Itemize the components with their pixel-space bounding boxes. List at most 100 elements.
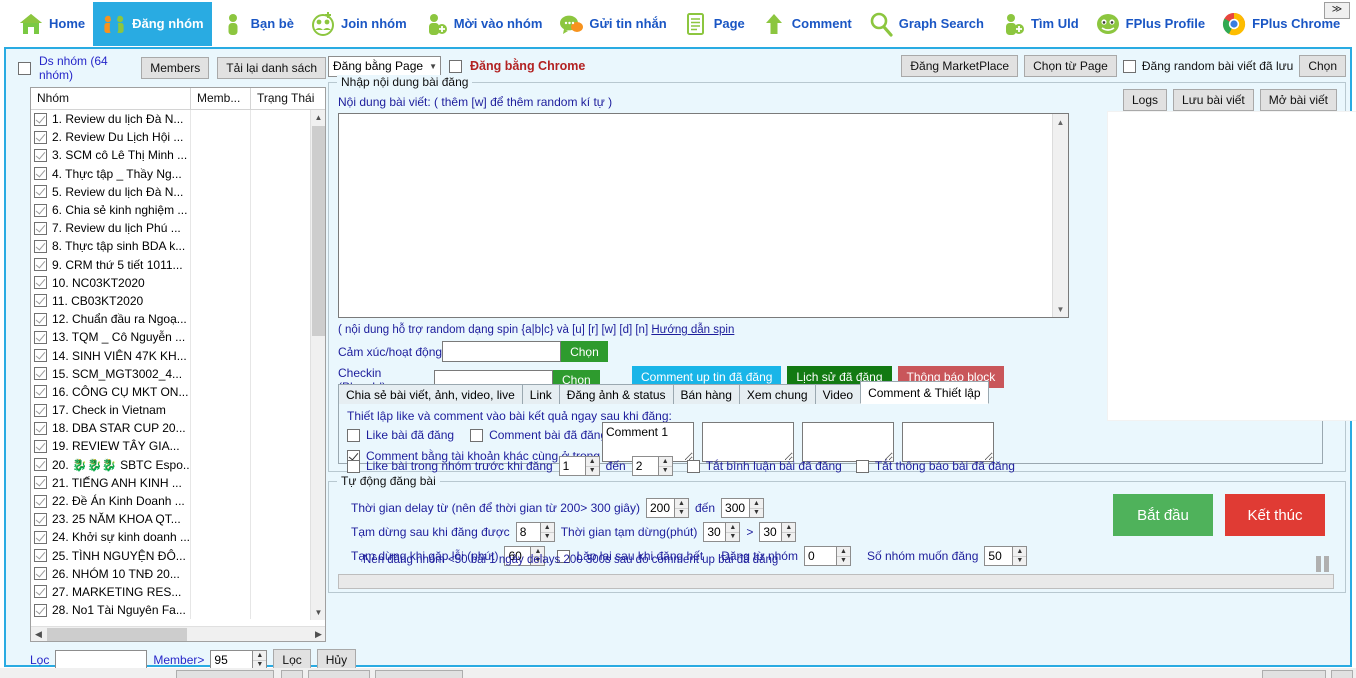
pause-time-from-stepper-buttons[interactable]: ▲ ▼ <box>725 522 741 542</box>
stepper-up-icon[interactable]: ▲ <box>585 457 599 467</box>
table-row[interactable]: 24. Khởi sự kinh doanh ... <box>31 528 325 547</box>
stepper-up-icon[interactable]: ▲ <box>253 651 267 661</box>
table-row[interactable]: 14. SINH VIÊN 47K KH... <box>31 346 325 365</box>
feeling-choose-button[interactable]: Chọn <box>561 341 608 362</box>
stepper-down-icon[interactable]: ▼ <box>837 557 850 566</box>
scroll-down-icon[interactable]: ▼ <box>311 605 325 620</box>
choose-page-button[interactable]: Chọn từ Page <box>1024 55 1117 77</box>
row-checkbox[interactable] <box>34 385 47 399</box>
scroll-up-icon[interactable]: ▲ <box>1053 114 1068 130</box>
filter-input[interactable] <box>55 650 148 670</box>
pause-after-stepper-buttons[interactable]: ▲ ▼ <box>539 522 555 542</box>
delay-to-stepper[interactable]: ▲▼ <box>721 498 765 518</box>
row-checkbox[interactable] <box>34 567 47 581</box>
table-row[interactable]: 19. REVIEW TÂY GIA... <box>31 437 325 456</box>
group-name-cell[interactable]: 21. TIẾNG ANH KINH ... <box>31 473 191 492</box>
toolbar-item-tim-uid[interactable]: Tìm Uld <box>992 2 1087 46</box>
member-stepper[interactable]: ▲▼ <box>210 650 268 670</box>
pause-after-stepper[interactable]: ▲▼ <box>515 522 555 542</box>
toolbar-item-graph-search[interactable]: Graph Search <box>860 2 992 46</box>
row-checkbox[interactable] <box>34 330 47 344</box>
delay-from-input[interactable] <box>645 498 674 518</box>
row-checkbox[interactable] <box>34 167 47 181</box>
toolbar-item-comment[interactable]: Comment <box>753 2 860 46</box>
like-from-input[interactable] <box>558 456 585 476</box>
like-from-stepper[interactable]: ▲▼ <box>558 456 600 476</box>
pause-after-input[interactable] <box>515 522 540 542</box>
group-grid-hscrollbar[interactable]: ◀ ▶ <box>31 626 325 642</box>
toolbar-item-moi-vao-nhom[interactable]: Mời vào nhóm <box>415 2 551 46</box>
group-name-cell[interactable]: 3. SCM cô Lê Thị Minh ... <box>31 146 191 165</box>
table-row[interactable]: 13. TQM _ Cô Nguyễn ... <box>31 328 325 347</box>
post-content-textarea[interactable] <box>339 114 1052 317</box>
column-header-nhom[interactable]: Nhóm <box>31 88 191 109</box>
stepper-down-icon[interactable]: ▼ <box>750 509 763 518</box>
tab-5[interactable]: Video <box>814 384 862 404</box>
group-name-cell[interactable]: 26. NHÓM 10 TNĐ 20... <box>31 564 191 583</box>
disable-notify-checkbox[interactable] <box>855 459 869 473</box>
row-checkbox[interactable] <box>34 585 47 599</box>
stepper-up-icon[interactable]: ▲ <box>658 457 672 467</box>
log-preview-panel[interactable] <box>1107 111 1356 421</box>
stepper-down-icon[interactable]: ▼ <box>726 533 739 542</box>
group-name-cell[interactable]: 15. SCM_MGT3002_4... <box>31 364 191 383</box>
row-checkbox[interactable] <box>34 421 47 435</box>
row-checkbox[interactable] <box>34 312 47 326</box>
row-checkbox[interactable] <box>34 476 47 490</box>
table-row[interactable]: 26. NHÓM 10 TNĐ 20... <box>31 564 325 583</box>
table-row[interactable]: 17. Check in Vietnam <box>31 401 325 420</box>
spin-guide-link[interactable]: Hướng dẫn spin <box>651 324 734 336</box>
toolbar-item-page[interactable]: Page <box>675 2 753 46</box>
tab-2[interactable]: Đăng ảnh & status <box>558 384 674 404</box>
pause-time-to-stepper-buttons[interactable]: ▲ ▼ <box>781 522 797 542</box>
delay-from-stepper[interactable]: ▲▼ <box>645 498 689 518</box>
choose-button[interactable]: Chọn <box>1299 55 1346 77</box>
like-to-input[interactable] <box>631 456 658 476</box>
row-checkbox[interactable] <box>34 239 47 253</box>
row-checkbox[interactable] <box>34 258 47 272</box>
toolbar-item-join-nhom[interactable]: Join nhóm <box>302 2 415 46</box>
table-row[interactable]: 15. SCM_MGT3002_4... <box>31 364 325 383</box>
delay-from-stepper-buttons[interactable]: ▲ ▼ <box>673 498 689 518</box>
group-name-cell[interactable]: 8. Thực tập sinh BDA k... <box>31 237 191 256</box>
logs-button[interactable]: Logs <box>1122 89 1168 111</box>
pause-time-to-stepper[interactable]: ▲▼ <box>759 522 797 542</box>
toolbar-item-dang-nhom[interactable]: Đăng nhóm <box>93 1 212 46</box>
stepper-up-icon[interactable]: ▲ <box>836 547 850 557</box>
stepper-down-icon[interactable]: ▼ <box>675 509 688 518</box>
row-checkbox[interactable] <box>34 512 47 526</box>
textarea-scrollbar[interactable]: ▲ ▼ <box>1052 114 1068 317</box>
group-name-cell[interactable]: 1. Review du lịch Đà N... <box>31 110 191 129</box>
group-name-cell[interactable]: 12. Chuẩn đầu ra Ngoạ... <box>31 310 191 329</box>
group-name-cell[interactable]: 22. Đề Án Kinh Doanh ... <box>31 491 191 511</box>
group-name-cell[interactable]: 6. Chia sẻ kinh nghiệm ... <box>31 200 191 220</box>
post-from-group-stepper[interactable]: ▲▼ <box>803 546 851 566</box>
scroll-left-icon[interactable]: ◀ <box>31 627 46 642</box>
row-checkbox[interactable] <box>34 403 47 417</box>
table-row[interactable]: 18. DBA STAR CUP 20... <box>31 419 325 438</box>
table-row[interactable]: 27. MARKETING RES... <box>31 582 325 602</box>
row-checkbox[interactable] <box>34 112 47 126</box>
pause-time-from-input[interactable] <box>703 522 726 542</box>
stepper-up-icon[interactable]: ▲ <box>750 499 764 509</box>
stepper-up-icon[interactable]: ▲ <box>1013 547 1027 557</box>
row-checkbox[interactable] <box>34 458 47 472</box>
row-checkbox[interactable] <box>34 221 47 235</box>
group-name-cell[interactable]: 5. Review du lịch Đà N... <box>31 182 191 201</box>
table-row[interactable]: 11. CB03KT2020 <box>31 291 325 311</box>
stepper-up-icon[interactable]: ▲ <box>540 523 554 533</box>
table-row[interactable]: 10. NC03KT2020 <box>31 273 325 292</box>
scroll-up-icon[interactable]: ▲ <box>311 110 325 125</box>
group-name-cell[interactable]: 20. 🐉🐉🐉 SBTC Espo... <box>31 455 191 474</box>
table-row[interactable]: 16. CÔNG CỤ MKT ON... <box>31 382 325 401</box>
pause-time-from-stepper[interactable]: ▲▼ <box>703 522 741 542</box>
table-row[interactable]: 8. Thực tập sinh BDA k... <box>31 237 325 256</box>
post-chrome-checkbox[interactable] <box>449 59 462 73</box>
like-to-stepper[interactable]: ▲▼ <box>631 456 673 476</box>
stepper-down-icon[interactable]: ▼ <box>586 467 599 476</box>
row-checkbox[interactable] <box>34 203 47 217</box>
row-checkbox[interactable] <box>34 349 47 363</box>
group-name-cell[interactable]: 16. CÔNG CỤ MKT ON... <box>31 382 191 401</box>
feeling-input[interactable] <box>442 341 562 362</box>
table-row[interactable]: 6. Chia sẻ kinh nghiệm ... <box>31 200 325 220</box>
